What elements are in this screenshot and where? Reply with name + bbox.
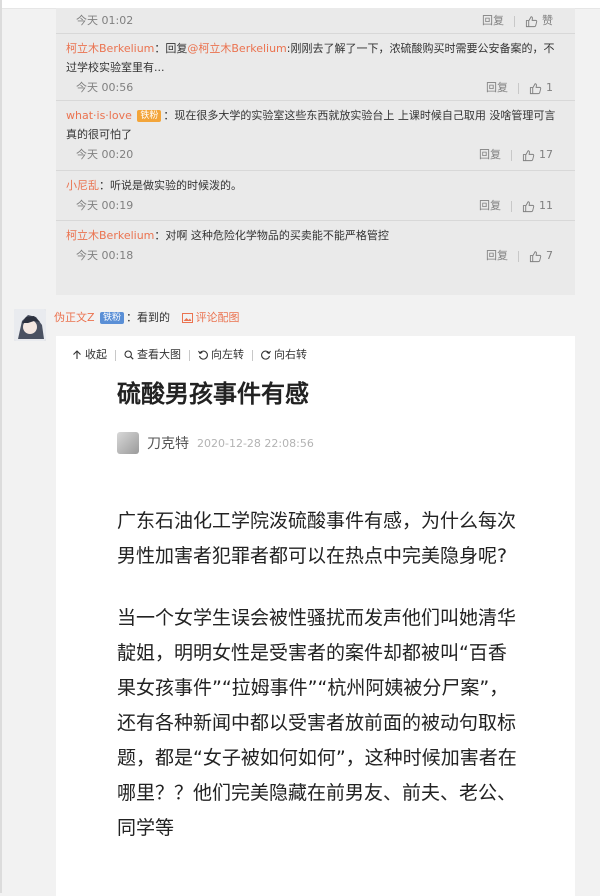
left-edge bbox=[0, 0, 2, 893]
reply-username[interactable]: 柯立木Berkelium bbox=[66, 229, 154, 242]
reply-text: 柯立木Berkelium：对啊 这种危险化学物品的买卖能不能严格管控 bbox=[66, 221, 565, 245]
thumbs-up-icon bbox=[525, 15, 538, 27]
article-paragraph: 广东石油化工学院泼硫酸事件有感，为什么每次男性加害者犯罪者都可以在热点中完美隐身… bbox=[117, 510, 517, 567]
reply-text: 柯立木Berkelium：回复@柯立木Berkelium:刚刚去了解了一下，浓硫… bbox=[66, 34, 565, 77]
comment-picture-label: 评论配图 bbox=[195, 311, 240, 324]
reply-time: 今天 00:19 bbox=[76, 199, 134, 212]
thumbs-up-icon bbox=[529, 82, 542, 94]
reply-item: 柯立木Berkelium：对啊 这种危险化学物品的买卖能不能严格管控 今天 00… bbox=[56, 221, 575, 271]
reply-meta: 今天 00:19 回复 11 bbox=[66, 195, 565, 217]
comment-username[interactable]: 伪正文Z bbox=[54, 311, 95, 324]
rotate-right-icon bbox=[261, 350, 271, 360]
like-count: 11 bbox=[539, 199, 553, 212]
reply-content: ：听说是做实验的时候泼的。 bbox=[99, 179, 242, 192]
reply-item: 小尼乱：听说是做实验的时候泼的。 今天 00:19 回复 11 bbox=[56, 171, 575, 221]
reply-actions: 回复 11 bbox=[479, 195, 553, 217]
reply-meta: 今天 01:02 回复 赞 bbox=[66, 10, 565, 32]
like-button[interactable]: 赞 bbox=[525, 10, 553, 32]
rotate-left-button[interactable]: 向左转 bbox=[198, 347, 244, 363]
reply-button[interactable]: 回复 bbox=[486, 77, 508, 99]
reply-actions: 回复 1 bbox=[486, 77, 553, 99]
reply-actions: 回复 17 bbox=[479, 144, 553, 166]
avatar[interactable] bbox=[14, 309, 46, 341]
divider bbox=[514, 15, 515, 27]
divider bbox=[518, 250, 519, 262]
image-icon bbox=[181, 313, 193, 323]
rotate-left-label: 向左转 bbox=[211, 348, 244, 361]
divider bbox=[511, 149, 512, 161]
reply-button[interactable]: 回复 bbox=[486, 245, 508, 267]
divider bbox=[115, 349, 116, 361]
like-label: 赞 bbox=[542, 14, 553, 27]
like-button[interactable]: 17 bbox=[522, 144, 553, 166]
reply-meta: 今天 00:18 回复 7 bbox=[66, 245, 565, 267]
magnifier-icon bbox=[124, 350, 134, 360]
reply-meta: 今天 00:20 回复 17 bbox=[66, 144, 565, 166]
rotate-right-label: 向右转 bbox=[274, 348, 307, 361]
reply-meta: 今天 00:56 回复 1 bbox=[66, 77, 565, 99]
expanded-image-card: 收起 查看大图 向左转 向右转 硫酸男孩事件有感 刀克特 2020-12-28 … bbox=[56, 336, 575, 896]
reply-button[interactable]: 回复 bbox=[479, 144, 501, 166]
reply-content: ：对啊 这种危险化学物品的买卖能不能严格管控 bbox=[154, 229, 389, 242]
view-large-button[interactable]: 查看大图 bbox=[124, 347, 181, 363]
thumbs-up-icon bbox=[522, 200, 535, 212]
reply-item: 柯立木Berkelium：回复@柯立木Berkelium:刚刚去了解了一下，浓硫… bbox=[56, 34, 575, 101]
like-button[interactable]: 11 bbox=[522, 195, 553, 217]
author-avatar bbox=[117, 432, 139, 454]
reply-list: 今天 01:02 回复 赞 柯立木Berkelium：回复@柯立木Berkeli… bbox=[56, 8, 575, 295]
like-button[interactable]: 1 bbox=[529, 77, 553, 99]
author-name: 刀克特 bbox=[147, 436, 189, 452]
like-count: 1 bbox=[546, 81, 553, 94]
like-count: 17 bbox=[539, 148, 553, 161]
divider bbox=[252, 349, 253, 361]
like-button[interactable]: 7 bbox=[529, 245, 553, 267]
reply-item: what·is·love 铁粉 ：现在很多大学的实验室这些东西就放实验台上 上课时… bbox=[56, 101, 575, 171]
reply-text: what·is·love 铁粉 ：现在很多大学的实验室这些东西就放实验台上 上课时… bbox=[66, 101, 565, 144]
view-large-label: 查看大图 bbox=[137, 348, 181, 361]
reply-item: 今天 01:02 回复 赞 bbox=[56, 8, 575, 34]
rotate-right-button[interactable]: 向右转 bbox=[261, 347, 307, 363]
reply-username[interactable]: 小尼乱 bbox=[66, 179, 99, 192]
comment-line: 伪正文Z 铁粉 ：看到的 评论配图 bbox=[54, 310, 240, 326]
like-count: 7 bbox=[546, 249, 553, 262]
reply-actions: 回复 赞 bbox=[482, 10, 553, 32]
reply-username[interactable]: 柯立木Berkelium bbox=[66, 42, 154, 55]
reply-username[interactable]: what·is·love bbox=[66, 109, 132, 122]
article-image: 硫酸男孩事件有感 刀克特 2020-12-28 22:08:56 广东石油化工学… bbox=[117, 378, 517, 846]
reply-button[interactable]: 回复 bbox=[482, 10, 504, 32]
fan-badge: 铁粉 bbox=[137, 110, 162, 122]
image-toolbar: 收起 查看大图 向左转 向右转 bbox=[72, 347, 307, 363]
iron-fan-badge: 铁粉 bbox=[100, 312, 125, 324]
thumbs-up-icon bbox=[529, 250, 542, 262]
article-title: 硫酸男孩事件有感 bbox=[117, 380, 309, 408]
reply-time: 今天 00:56 bbox=[76, 81, 134, 94]
collapse-button[interactable]: 收起 bbox=[72, 347, 107, 363]
arrow-up-icon bbox=[73, 350, 81, 359]
divider bbox=[189, 349, 190, 361]
reply-text: 小尼乱：听说是做实验的时候泼的。 bbox=[66, 171, 565, 195]
reply-time: 今天 00:18 bbox=[76, 249, 134, 262]
reply-button[interactable]: 回复 bbox=[479, 195, 501, 217]
divider bbox=[511, 200, 512, 212]
reply-mention[interactable]: @柯立木Berkelium bbox=[187, 42, 286, 55]
avatar-image-icon bbox=[14, 309, 46, 341]
comment-picture-link[interactable]: 评论配图 bbox=[181, 311, 240, 324]
reply-time: 今天 01:02 bbox=[76, 14, 134, 27]
comment-item: 伪正文Z 铁粉 ：看到的 评论配图 bbox=[14, 307, 584, 341]
article-date: 2020-12-28 22:08:56 bbox=[197, 436, 314, 450]
rotate-left-icon bbox=[198, 350, 208, 360]
comment-text: ：看到的 bbox=[126, 311, 171, 324]
reply-actions: 回复 7 bbox=[486, 245, 553, 267]
reply-time: 今天 00:20 bbox=[76, 148, 134, 161]
divider bbox=[518, 82, 519, 94]
article-paragraph: 当一个女学生误会被性骚扰而发声他们叫她清华靛姐，明明女性是受害者的案件却都被叫“… bbox=[117, 607, 517, 839]
article-author-row: 刀克特 2020-12-28 22:08:56 bbox=[117, 430, 517, 456]
reply-prefix: ：回复 bbox=[154, 42, 188, 55]
collapse-label: 收起 bbox=[85, 348, 107, 361]
thumbs-up-icon bbox=[522, 149, 535, 161]
